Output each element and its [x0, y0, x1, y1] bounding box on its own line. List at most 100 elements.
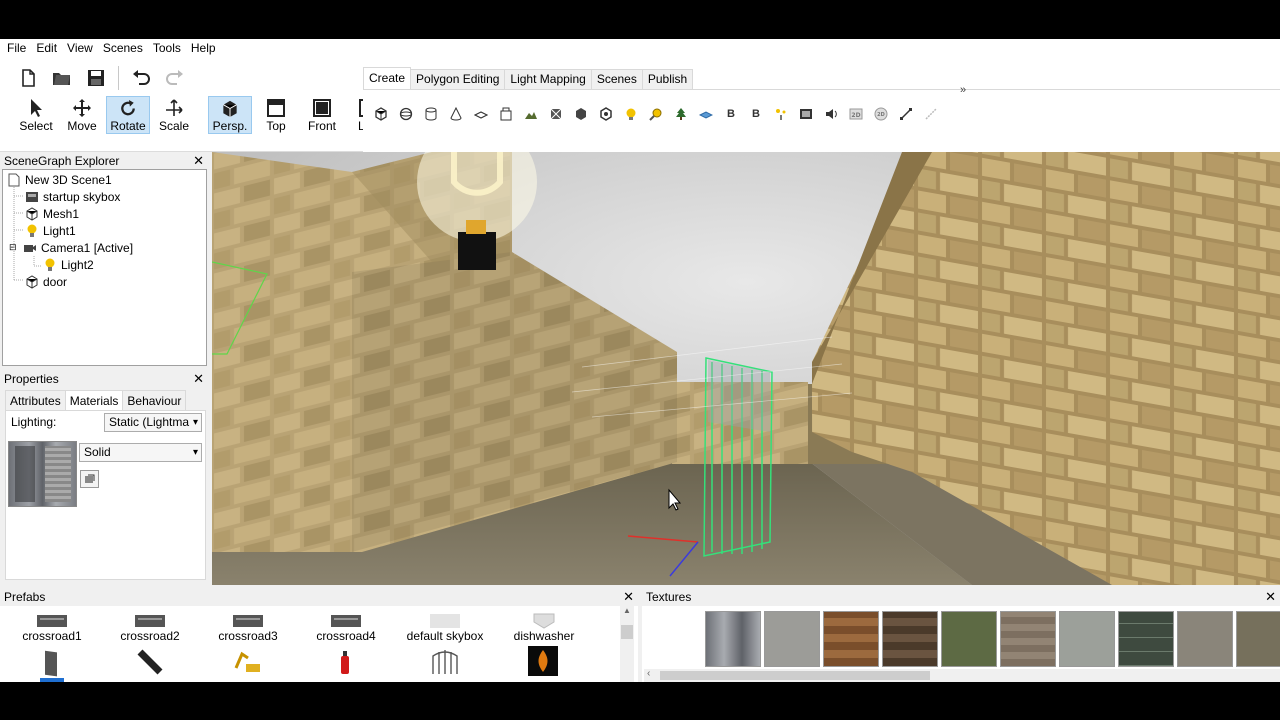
terrain-icon[interactable]	[523, 106, 539, 122]
properties-title: Properties	[4, 372, 59, 386]
menu-file[interactable]: File	[2, 39, 31, 58]
material-mode-select[interactable]: Solid ▾	[79, 443, 202, 462]
tab-scenes[interactable]: Scenes	[590, 69, 643, 89]
texture-thumb[interactable]	[1177, 611, 1233, 667]
select-tool-button[interactable]: Select	[14, 96, 58, 134]
texture-thumb[interactable]	[882, 611, 938, 667]
scroll-left-icon[interactable]: ‹	[647, 668, 650, 679]
building-icon[interactable]	[498, 106, 514, 122]
prefab-excavator-thumbnail[interactable]	[232, 648, 264, 679]
2d-button-icon[interactable]: 2D	[873, 106, 889, 122]
texture-thumb[interactable]	[1236, 611, 1280, 667]
scale-tool-button[interactable]: Scale	[152, 96, 196, 134]
dishwasher-thumbnail	[498, 609, 590, 629]
texture-thumb[interactable]	[823, 611, 879, 667]
prefab-label: crossroad4	[316, 629, 376, 643]
prefabs-scrollbar[interactable]: ▲	[620, 606, 634, 682]
scrollbar-thumb[interactable]	[660, 671, 930, 680]
2d-overlay-icon[interactable]: 2D	[848, 106, 864, 122]
texture-thumb[interactable]	[705, 611, 761, 667]
menu-scenes[interactable]: Scenes	[98, 39, 148, 58]
line-icon[interactable]	[898, 106, 914, 122]
behaviour-b2-icon[interactable]: B	[748, 106, 764, 122]
prefab-item[interactable]: crossroad2	[104, 609, 196, 643]
cone-icon[interactable]	[448, 106, 464, 122]
perspective-view-button[interactable]: Persp.	[208, 96, 252, 134]
ribbon: Create Polygon Editing Light Mapping Sce…	[363, 67, 1280, 152]
particle-icon[interactable]	[773, 106, 789, 122]
texture-thumb[interactable]	[941, 611, 997, 667]
new-file-icon[interactable]	[14, 66, 42, 90]
properties-header: Properties ✕	[0, 370, 208, 388]
front-view-button[interactable]: Front	[300, 96, 344, 134]
prefab-extinguisher-thumbnail[interactable]	[338, 648, 352, 679]
light-icon[interactable]	[623, 106, 639, 122]
prefab-item[interactable]: default skybox	[399, 609, 491, 643]
tree-lines	[13, 185, 42, 281]
lighting-value: Static (Lightma	[109, 415, 190, 429]
prefab-item[interactable]: dishwasher	[498, 609, 590, 643]
prefab-item[interactable]: crossroad1	[6, 609, 98, 643]
tab-materials[interactable]: Materials	[64, 390, 124, 410]
cylinder-icon[interactable]	[423, 106, 439, 122]
menu-edit[interactable]: Edit	[31, 39, 62, 58]
prefab-icon[interactable]	[598, 106, 614, 122]
close-icon[interactable]: ✕	[1265, 590, 1276, 603]
prefab-item[interactable]: crossroad4	[300, 609, 392, 643]
sphere-icon[interactable]	[398, 106, 414, 122]
toolbar-separator	[118, 66, 119, 90]
sound-icon[interactable]	[823, 106, 839, 122]
lighting-select[interactable]: Static (Lightma ▾	[104, 413, 202, 432]
path-line-icon[interactable]	[923, 106, 939, 122]
menu-tools[interactable]: Tools	[148, 39, 186, 58]
prefab-door-thumbnail[interactable]	[40, 648, 64, 682]
tab-publish[interactable]: Publish	[641, 69, 694, 89]
create-panel: » B B 2D 2D	[363, 84, 1280, 152]
menu-help[interactable]: Help	[186, 39, 221, 58]
texture-thumb[interactable]	[1118, 611, 1174, 667]
close-icon[interactable]: ✕	[193, 154, 204, 167]
rotate-tool-button[interactable]: Rotate	[106, 96, 150, 134]
prefab-fire-thumbnail[interactable]	[528, 646, 558, 679]
menu-view[interactable]: View	[62, 39, 98, 58]
tab-create[interactable]: Create	[363, 67, 412, 89]
material-mode-value: Solid	[84, 445, 111, 459]
prefab-fence-thumbnail[interactable]	[430, 648, 460, 679]
top-view-button[interactable]: Top	[254, 96, 298, 134]
behaviour-b-icon[interactable]: B	[723, 106, 739, 122]
tab-light-mapping[interactable]: Light Mapping	[504, 69, 592, 89]
material-texture-preview[interactable]	[8, 441, 77, 507]
plane-icon[interactable]	[473, 106, 489, 122]
perspective-view-label: Persp.	[212, 119, 248, 133]
save-icon[interactable]	[82, 66, 110, 90]
close-icon[interactable]: ✕	[193, 372, 204, 385]
undo-icon[interactable]	[127, 66, 155, 90]
prefab-item[interactable]: crossroad3	[202, 609, 294, 643]
texture-thumb[interactable]	[764, 611, 820, 667]
scroll-up-icon[interactable]: ▲	[620, 606, 634, 615]
material-edit-button[interactable]	[80, 470, 99, 488]
tab-attributes[interactable]: Attributes	[5, 390, 66, 410]
move-tool-button[interactable]: Move	[60, 96, 104, 134]
scrollbar-thumb[interactable]	[621, 625, 633, 639]
image-icon[interactable]	[798, 106, 814, 122]
cube-icon[interactable]	[373, 106, 389, 122]
tree-icon[interactable]	[673, 106, 689, 122]
tab-polygon-editing[interactable]: Polygon Editing	[410, 69, 506, 89]
texture-thumb[interactable]	[1059, 611, 1115, 667]
mesh-icon[interactable]	[573, 106, 589, 122]
textures-scrollbar[interactable]: ‹	[644, 668, 1280, 682]
water-icon[interactable]	[698, 106, 714, 122]
open-folder-icon[interactable]	[48, 66, 76, 90]
prefab-pipe-thumbnail[interactable]	[136, 648, 166, 679]
close-icon[interactable]: ✕	[623, 590, 634, 603]
ribbon-overflow-icon[interactable]: »	[960, 84, 966, 96]
billboard-icon[interactable]	[548, 106, 564, 122]
transform-toolbar: Select Move Rotate Scale Persp. Top Fron…	[14, 96, 390, 134]
3d-viewport[interactable]	[212, 152, 1280, 585]
path-icon[interactable]	[648, 106, 664, 122]
chevron-down-icon: ▾	[192, 417, 198, 428]
texture-thumb[interactable]	[1000, 611, 1056, 667]
tab-behaviour[interactable]: Behaviour	[122, 390, 187, 410]
redo-icon[interactable]	[161, 66, 189, 90]
